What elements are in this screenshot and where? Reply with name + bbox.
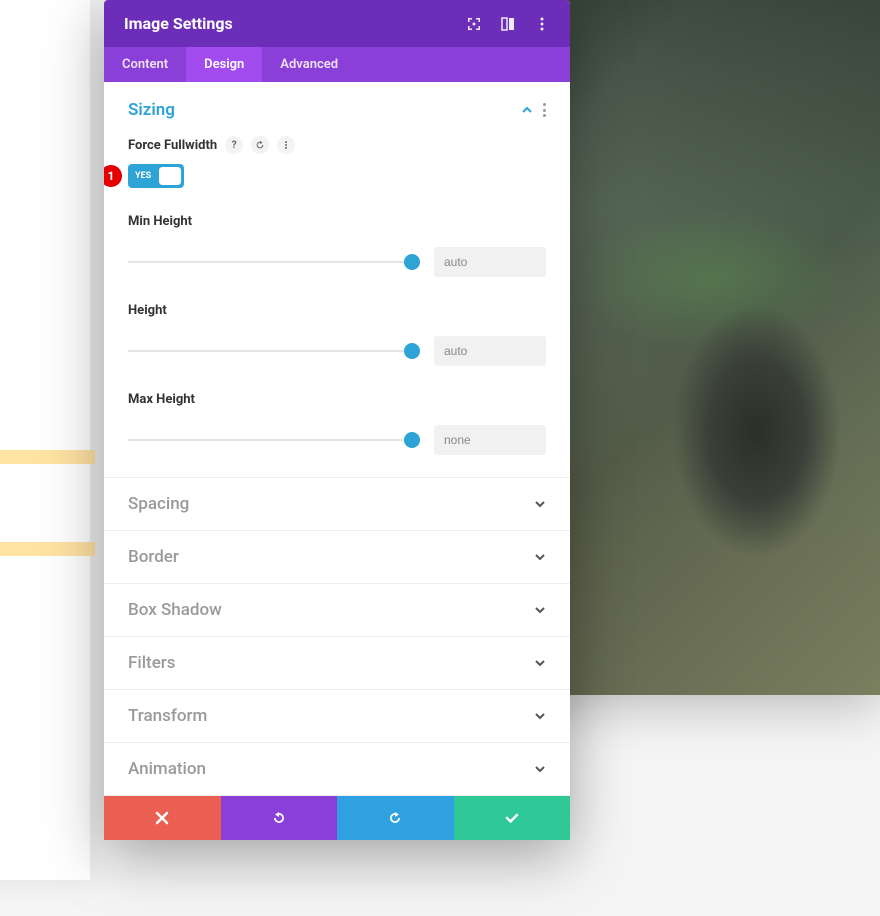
modal-title: Image Settings — [124, 14, 233, 33]
max-height-field: Max Height — [128, 392, 546, 455]
background-card — [0, 0, 90, 880]
snap-icon[interactable] — [500, 16, 516, 32]
section-label: Transform — [128, 706, 207, 726]
tab-advanced[interactable]: Advanced — [262, 47, 356, 82]
section-label: Animation — [128, 759, 206, 779]
force-fullwidth-label: Force Fullwidth — [128, 138, 217, 153]
modal-header[interactable]: Image Settings — [104, 0, 570, 47]
cancel-button[interactable] — [104, 796, 221, 840]
section-sizing: Sizing Force Fullwidth ? 1 YES Min Heigh… — [104, 82, 570, 478]
slider-thumb[interactable] — [404, 432, 420, 448]
section-actions — [521, 103, 546, 117]
chevron-down-icon — [534, 604, 546, 616]
section-label: Box Shadow — [128, 600, 222, 620]
slider-thumb[interactable] — [404, 254, 420, 270]
section-label: Spacing — [128, 494, 189, 514]
section-spacing[interactable]: Spacing — [104, 478, 570, 531]
section-header[interactable]: Sizing — [128, 100, 546, 120]
reset-icon[interactable] — [251, 136, 269, 154]
height-input[interactable] — [434, 336, 546, 366]
toggle-label: YES — [135, 171, 151, 181]
force-fullwidth-row: Force Fullwidth ? — [128, 136, 546, 154]
redo-icon — [387, 810, 403, 826]
section-box-shadow[interactable]: Box Shadow — [104, 584, 570, 637]
section-filters[interactable]: Filters — [104, 637, 570, 690]
force-fullwidth-toggle[interactable]: YES — [128, 164, 184, 188]
check-icon — [504, 810, 520, 826]
background-highlight — [0, 450, 95, 464]
save-button[interactable] — [454, 796, 571, 840]
min-height-input[interactable] — [434, 247, 546, 277]
slider-row — [128, 247, 546, 277]
option-more-icon[interactable] — [277, 136, 295, 154]
more-icon[interactable] — [534, 16, 550, 32]
min-height-field: Min Height — [128, 214, 546, 277]
section-border[interactable]: Border — [104, 531, 570, 584]
tabs: Content Design Advanced — [104, 47, 570, 82]
chevron-down-icon — [534, 763, 546, 775]
callout-badge: 1 — [104, 165, 122, 187]
tab-content[interactable]: Content — [104, 47, 186, 82]
section-transform[interactable]: Transform — [104, 690, 570, 743]
height-slider[interactable] — [128, 350, 412, 352]
section-title: Sizing — [128, 100, 175, 120]
toggle-knob — [159, 167, 181, 185]
close-icon — [154, 810, 170, 826]
max-height-label: Max Height — [128, 392, 546, 407]
header-icons — [466, 16, 550, 32]
section-label: Filters — [128, 653, 176, 673]
height-field: Height — [128, 303, 546, 366]
toggle-row: 1 YES — [128, 164, 546, 188]
undo-icon — [271, 810, 287, 826]
background-highlight — [0, 542, 95, 556]
undo-button[interactable] — [221, 796, 338, 840]
chevron-down-icon — [534, 657, 546, 669]
max-height-input[interactable] — [434, 425, 546, 455]
redo-button[interactable] — [337, 796, 454, 840]
tab-design[interactable]: Design — [186, 47, 262, 82]
image-settings-modal: Image Settings Content Design Advanced S… — [104, 0, 570, 840]
slider-thumb[interactable] — [404, 343, 420, 359]
height-label: Height — [128, 303, 546, 318]
kebab-icon[interactable] — [543, 103, 546, 117]
min-height-label: Min Height — [128, 214, 546, 229]
section-animation[interactable]: Animation — [104, 743, 570, 796]
slider-row — [128, 336, 546, 366]
chevron-down-icon — [534, 498, 546, 510]
chevron-down-icon — [534, 710, 546, 722]
slider-row — [128, 425, 546, 455]
chevron-down-icon — [534, 551, 546, 563]
section-label: Border — [128, 547, 179, 567]
expand-icon[interactable] — [466, 16, 482, 32]
max-height-slider[interactable] — [128, 439, 412, 441]
help-icon[interactable]: ? — [225, 136, 243, 154]
chevron-up-icon[interactable] — [521, 104, 533, 116]
min-height-slider[interactable] — [128, 261, 412, 263]
modal-footer — [104, 796, 570, 840]
